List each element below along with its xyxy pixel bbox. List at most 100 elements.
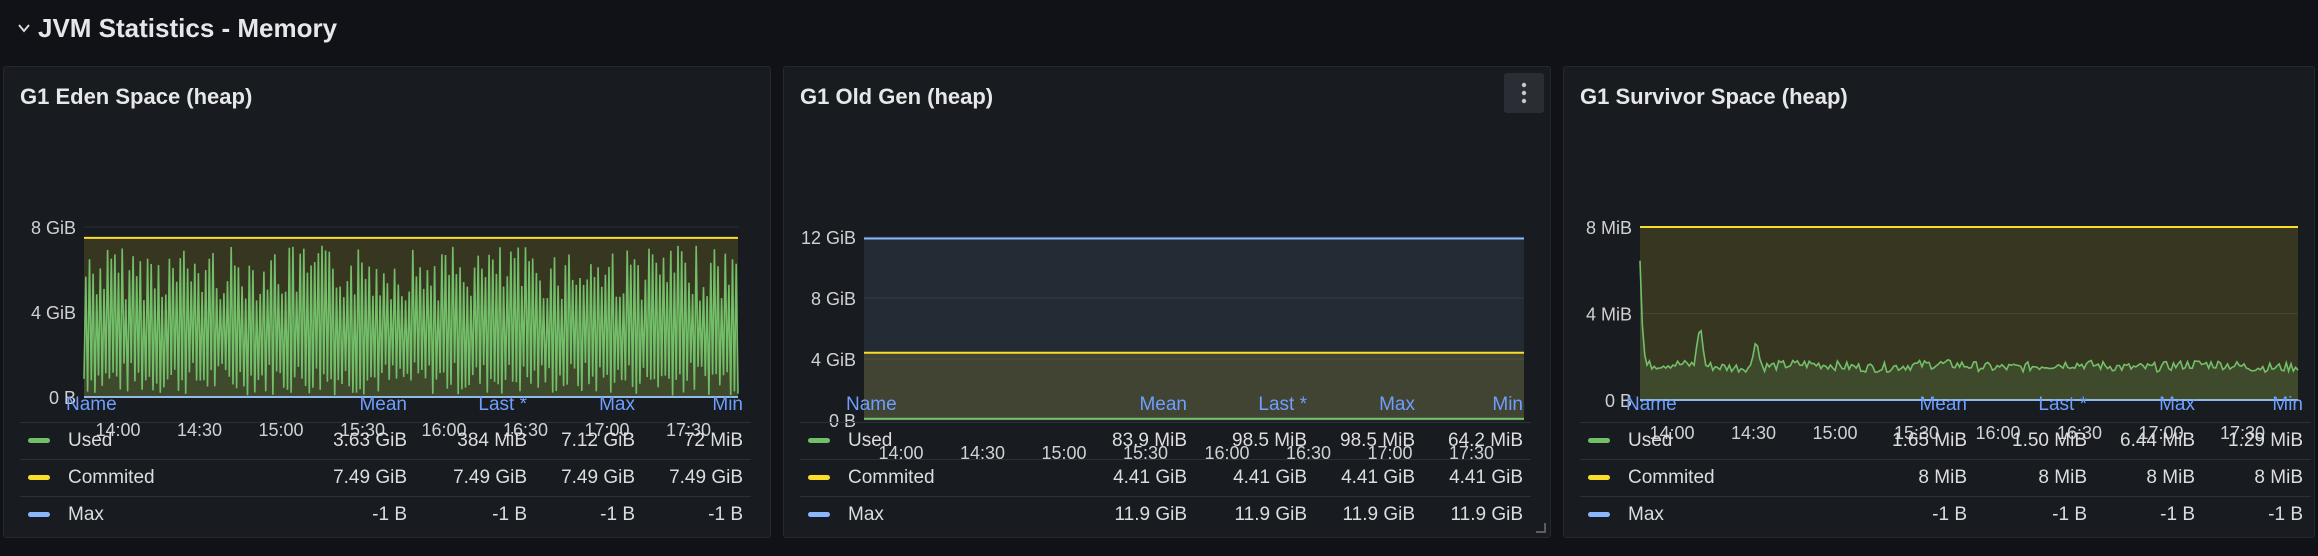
- legend-value-last: -1 B: [1975, 496, 2095, 533]
- y-tick-label: 8 GiB: [31, 218, 76, 238]
- legend-swatch: [1588, 438, 1610, 444]
- legend-value-last: 8 MiB: [1975, 459, 2095, 497]
- legend-swatch: [808, 512, 830, 518]
- legend-header-mean[interactable]: Mean: [1099, 388, 1195, 423]
- y-tick-label: 8 MiB: [1586, 218, 1632, 238]
- legend-swatch: [808, 438, 830, 444]
- legend-table: Name Mean Last * Max Min Used 1.65 MiB 1.5…: [1580, 388, 2311, 533]
- legend-row-used[interactable]: Used 3.63 GiB 384 MiB 7.12 GiB 72 MiB: [20, 422, 751, 460]
- legend-header-name[interactable]: Name: [800, 388, 1099, 423]
- legend-series-name[interactable]: Max: [1580, 496, 1879, 533]
- legend-value-mean: 83.9 MiB: [1099, 422, 1195, 460]
- legend-value-min: 1.29 MiB: [2203, 422, 2311, 460]
- legend-header-last[interactable]: Last *: [1195, 388, 1315, 423]
- row-title: JVM Statistics - Memory: [38, 12, 338, 43]
- legend-value-min: 72 MiB: [643, 422, 751, 460]
- legend-series-name[interactable]: Commited: [800, 459, 1099, 497]
- legend-value-last: 7.49 GiB: [415, 459, 535, 497]
- legend-header-name[interactable]: Name: [20, 388, 319, 423]
- legend-value-last: 4.41 GiB: [1195, 459, 1315, 497]
- legend-header-max[interactable]: Max: [1315, 388, 1423, 423]
- chevron-down-icon[interactable]: [16, 20, 32, 36]
- legend-value-min: 8 MiB: [2203, 459, 2311, 497]
- legend-header-mean[interactable]: Mean: [319, 388, 415, 423]
- chart[interactable]: 0 B4 GiB8 GiB12 GiB14:00 14:30 15:00 15:30 1…: [784, 67, 1552, 463]
- legend-header-max[interactable]: Max: [2095, 388, 2203, 423]
- legend-value-last: -1 B: [415, 496, 535, 533]
- y-tick-label: 4 GiB: [811, 350, 856, 370]
- legend-table: Name Mean Last * Max Min Used 83.9 MiB 98.…: [800, 388, 1531, 533]
- legend-swatch: [1588, 512, 1610, 518]
- legend-row-max[interactable]: Max 11.9 GiB 11.9 GiB 11.9 GiB 11.9 GiB: [800, 496, 1531, 533]
- legend-series-name[interactable]: Used: [1580, 422, 1879, 460]
- panel-old-gen[interactable]: G1 Old Gen (heap) 0 B4 GiB 8 GiB 12 GiB 14:…: [783, 66, 1551, 538]
- legend-value-min: 64.2 MiB: [1423, 422, 1531, 460]
- legend-value-mean: -1 B: [1879, 496, 1975, 533]
- legend-value-max: -1 B: [535, 496, 643, 533]
- legend-value-min: 4.41 GiB: [1423, 459, 1531, 497]
- legend-value-mean: 7.49 GiB: [319, 459, 415, 497]
- legend-header-min[interactable]: Min: [643, 388, 751, 423]
- resize-handle[interactable]: [1536, 523, 1546, 533]
- legend-label: Used: [68, 430, 113, 451]
- legend-header-mean[interactable]: Mean: [1879, 388, 1975, 423]
- legend-value-mean: 4.41 GiB: [1099, 459, 1195, 497]
- legend-table: Name Mean Last * Max Min Used 3.63 GiB 384…: [20, 388, 751, 533]
- legend-value-min: -1 B: [643, 496, 751, 533]
- legend-label: Max: [68, 504, 104, 525]
- legend-swatch: [28, 438, 50, 444]
- legend-row-commited[interactable]: Commited 7.49 GiB 7.49 GiB 7.49 GiB 7.49 GiB: [20, 459, 751, 497]
- legend-swatch: [28, 512, 50, 518]
- legend-value-last: 98.5 MiB: [1195, 422, 1315, 460]
- y-tick-label: 8 GiB: [811, 289, 856, 309]
- legend-value-max: 7.49 GiB: [535, 459, 643, 497]
- legend-series-name[interactable]: Used: [20, 422, 319, 460]
- legend-series-name[interactable]: Max: [20, 496, 319, 533]
- chart[interactable]: 0 B4 MiB8 MiB14:00 14:30 15:00 15:30 16:00 16…: [1564, 67, 2316, 443]
- legend-value-min: -1 B: [2203, 496, 2311, 533]
- legend-value-max: 6.44 MiB: [2095, 422, 2203, 460]
- legend-header-name[interactable]: Name: [1580, 388, 1879, 423]
- y-tick-label: 12 GiB: [801, 228, 856, 248]
- chart[interactable]: 0 B4 GiB8 GiB14:00 14:30 15:00 15:30 16:00 16…: [4, 67, 772, 440]
- legend-value-min: 11.9 GiB: [1423, 496, 1531, 533]
- legend-row-commited[interactable]: Commited 8 MiB 8 MiB 8 MiB 8 MiB: [1580, 459, 2311, 497]
- legend-value-mean: 8 MiB: [1879, 459, 1975, 497]
- legend-label: Commited: [848, 467, 935, 488]
- y-tick-label: 4 GiB: [31, 303, 76, 323]
- legend-row-max[interactable]: Max -1 B -1 B -1 B -1 B: [20, 496, 751, 533]
- legend-series-name[interactable]: Commited: [20, 459, 319, 497]
- legend-value-last: 1.50 MiB: [1975, 422, 2095, 460]
- legend-row-used[interactable]: Used 83.9 MiB 98.5 MiB 98.5 MiB 64.2 MiB: [800, 422, 1531, 460]
- legend-label: Used: [1628, 430, 1673, 451]
- legend-value-max: -1 B: [2095, 496, 2203, 533]
- legend-value-mean: 3.63 GiB: [319, 422, 415, 460]
- legend-value-mean: -1 B: [319, 496, 415, 533]
- legend-label: Max: [1628, 504, 1664, 525]
- legend-header-last[interactable]: Last *: [1975, 388, 2095, 423]
- legend-value-max: 8 MiB: [2095, 459, 2203, 497]
- legend-series-name[interactable]: Commited: [1580, 459, 1879, 497]
- legend-row-used[interactable]: Used 1.65 MiB 1.50 MiB 6.44 MiB 1.29 MiB: [1580, 422, 2311, 460]
- legend-header-max[interactable]: Max: [535, 388, 643, 423]
- panel-eden-space[interactable]: G1 Eden Space (heap) 0 B4 GiB 8 GiB 14:00 1…: [3, 66, 771, 538]
- legend-row-commited[interactable]: Commited 4.41 GiB 4.41 GiB 4.41 GiB 4.41 GiB: [800, 459, 1531, 497]
- legend-row-max[interactable]: Max -1 B -1 B -1 B -1 B: [1580, 496, 2311, 533]
- legend-label: Commited: [1628, 467, 1715, 488]
- legend-header-min[interactable]: Min: [2203, 388, 2311, 423]
- legend-value-max: 11.9 GiB: [1315, 496, 1423, 533]
- row-header[interactable]: JVM Statistics - Memory: [0, 0, 2318, 56]
- legend-swatch: [1588, 475, 1610, 481]
- legend-header-min[interactable]: Min: [1423, 388, 1531, 423]
- legend-header-last[interactable]: Last *: [415, 388, 535, 423]
- legend-value-mean: 11.9 GiB: [1099, 496, 1195, 533]
- legend-label: Max: [848, 504, 884, 525]
- legend-swatch: [808, 475, 830, 481]
- legend-value-max: 98.5 MiB: [1315, 422, 1423, 460]
- panel-survivor-space[interactable]: G1 Survivor Space (heap) 0 B4 MiB 8 MiB 14…: [1563, 66, 2315, 538]
- legend-series-name[interactable]: Max: [800, 496, 1099, 533]
- legend-label: Commited: [68, 467, 155, 488]
- legend-series-name[interactable]: Used: [800, 422, 1099, 460]
- y-tick-label: 4 MiB: [1586, 305, 1632, 325]
- legend-label: Used: [848, 430, 893, 451]
